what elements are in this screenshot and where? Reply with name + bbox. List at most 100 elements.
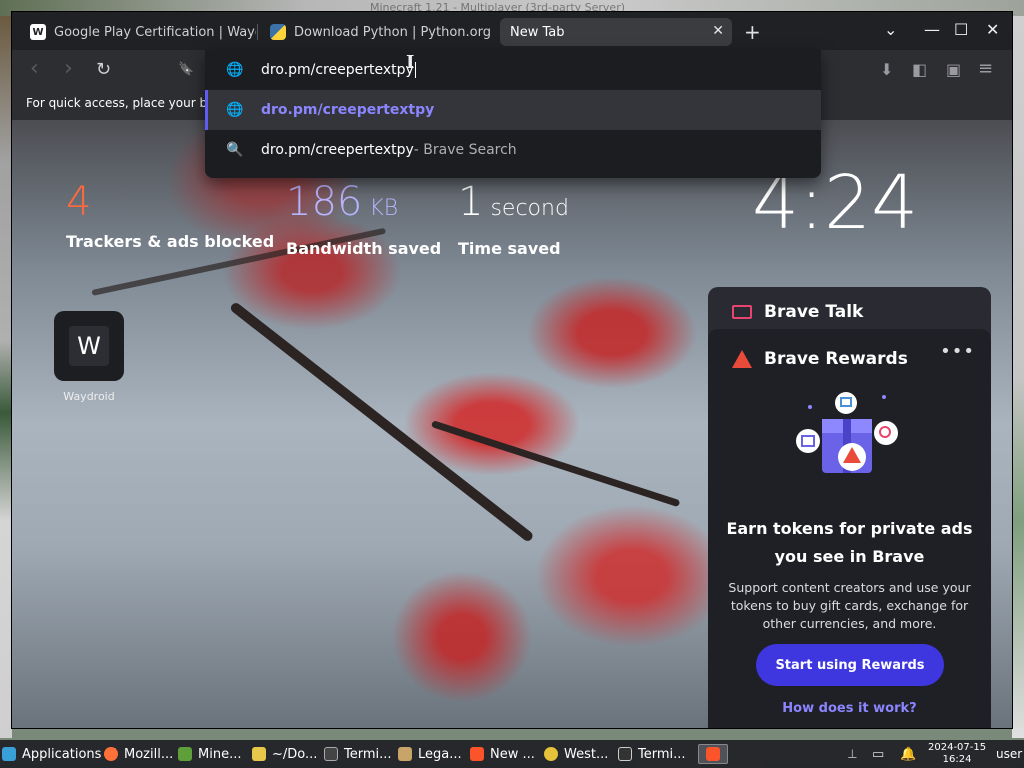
user-menu[interactable]: user [996,744,1022,764]
menu-icon[interactable]: ≡ [978,58,993,79]
reload-button[interactable]: ↻ [96,59,111,80]
taskbar-item-brave[interactable]: New ... [470,744,535,764]
background-branch [228,301,535,543]
folder-icon [398,747,412,761]
time-value: 1 [458,179,484,225]
start-using-rewards-button[interactable]: Start using Rewards [756,644,944,686]
waydroid-tile-icon: W [69,326,109,366]
top-site-waydroid[interactable]: W [54,311,124,381]
terminal-icon [618,747,632,761]
stat-trackers: 4 Trackers & ads blocked [66,180,274,251]
taskbar-label: Applications ☰ [22,746,118,762]
rewards-headline: Earn tokens for private ads you see in B… [726,519,973,566]
tab-bar: W Google Play Certification | Waydro Dow… [12,12,1012,50]
tab-title: Download Python | Python.org [294,24,491,40]
suggestion-text: dro.pm/creepertextpy [261,142,414,158]
brave-rewards-widget: Brave Rewards ••• Earn tokens for privat… [708,329,991,728]
search-icon: 🔍 [226,142,244,158]
applications-menu[interactable]: Applications ☰ [2,744,117,764]
brave-icon [470,747,484,761]
wallet-icon[interactable]: ▣ [946,60,961,79]
firefox-icon [104,747,118,761]
suggestion-engine: - Brave Search [413,142,517,158]
rewards-description: Support content creators and use your to… [728,580,971,631]
tab-list-dropdown-icon[interactable]: ⌄ [884,20,897,39]
bandwidth-label: Bandwidth saved [286,239,442,258]
trackers-label: Trackers & ads blocked [66,232,275,251]
tab-python[interactable]: Download Python | Python.org [260,18,496,46]
taskbar-label: Mine... [198,746,242,762]
bat-logo-icon [732,350,752,368]
terminal-icon [324,747,338,761]
file-manager-icon [252,747,266,761]
omnibox-suggestion-search[interactable]: 🔍 dro.pm/creepertextpy - Brave Search [205,130,821,170]
tab-new-tab[interactable]: New Tab ✕ [500,18,732,46]
notification-bell-icon[interactable]: 🔔 [900,744,916,764]
network-disconnected-icon[interactable]: ⟂ [848,744,857,764]
taskbar: Applications ☰ Mozill... Mine... ~/Do...… [0,740,1024,768]
clock-date: 2024-07-15 [928,742,987,753]
browser-window: W Google Play Certification | Waydro Dow… [12,12,1012,728]
sidebar-toggle-icon[interactable]: ◧ [912,60,927,79]
taskbar-label: West... [564,746,609,762]
how-does-it-work-link[interactable]: How does it work? [708,701,991,716]
close-tab-icon[interactable]: ✕ [712,23,724,39]
brave-talk-title: Brave Talk [764,302,864,322]
omnibox-dropdown: 🌐 dro.pm/creepertextpy 🌐 dro.pm/creepert… [205,50,821,178]
address-input[interactable]: dro.pm/creepertextpy [261,62,414,78]
minimize-button[interactable]: — [924,20,940,39]
bookmark-icon[interactable]: 🔖 [178,62,194,77]
tab-separator [257,24,258,40]
clock-time: 16:24 [942,754,972,765]
download-icon[interactable]: ⬇ [880,60,893,79]
taskbar-item-firefox[interactable]: Mozill... [104,744,173,764]
battery-icon[interactable]: ▭ [872,744,884,764]
taskbar-item-brave-active[interactable] [698,744,728,764]
taskbar-label: Termi... [638,746,686,762]
taskbar-label: ~/Do... [272,746,318,762]
bandwidth-value: 186 [286,179,363,225]
rewards-gift-illustration-icon [796,392,898,473]
waydroid-favicon-icon: W [30,24,46,40]
suggestion-text: dro.pm/creepertextpy [261,102,435,118]
brave-icon [706,747,720,761]
taskbar-label: Lega... [418,746,462,762]
more-options-icon[interactable]: ••• [940,341,975,362]
taskbar-label: New ... [490,746,535,762]
time-unit: second [483,196,569,221]
globe-icon: 🌐 [226,102,244,118]
new-tab-page: 4 Trackers & ads blocked 186 KB Bandwidt… [12,120,1012,728]
maximize-button[interactable]: ☐ [954,20,968,39]
back-button[interactable]: ‹ [30,56,39,81]
address-bar[interactable]: 🌐 dro.pm/creepertextpy [205,50,821,90]
new-tab-button[interactable]: + [744,20,761,44]
stat-time: 1 second Time saved [458,180,569,258]
forward-button[interactable]: › [64,56,73,81]
video-camera-icon [732,305,752,319]
desktop-background-right [1012,16,1024,738]
top-site-label[interactable]: Waydroid [50,390,128,403]
tab-google-play[interactable]: W Google Play Certification | Waydro [20,18,256,46]
system-clock[interactable]: 2024-07-15 16:24 [928,742,986,766]
tab-title: Google Play Certification | Waydro [54,24,256,40]
rewards-header: Brave Rewards [732,349,908,369]
globe-icon: 🌐 [226,62,244,78]
taskbar-item-minecraft[interactable]: Mine... [178,744,241,764]
time-label: Time saved [458,239,561,258]
close-window-button[interactable]: ✕ [986,20,999,39]
rewards-title: Brave Rewards [764,349,908,369]
taskbar-item-terminal-1[interactable]: Termi... [324,744,392,764]
taskbar-item-files[interactable]: ~/Do... [252,744,317,764]
stat-bandwidth: 186 KB Bandwidth saved [286,180,441,258]
app-icon [544,747,558,761]
bandwidth-unit: KB [362,196,399,221]
omnibox-suggestion-url[interactable]: 🌐 dro.pm/creepertextpy [205,90,821,130]
text-cursor-icon: I [406,52,415,73]
desktop-background-left [0,16,12,738]
taskbar-item-terminal-2[interactable]: Termi... [618,744,686,764]
text-caret [414,62,416,78]
tab-title: New Tab [510,24,565,40]
taskbar-item-west[interactable]: West... [544,744,608,764]
taskbar-item-legacy[interactable]: Lega... [398,744,462,764]
taskbar-label: Mozill... [124,746,174,762]
